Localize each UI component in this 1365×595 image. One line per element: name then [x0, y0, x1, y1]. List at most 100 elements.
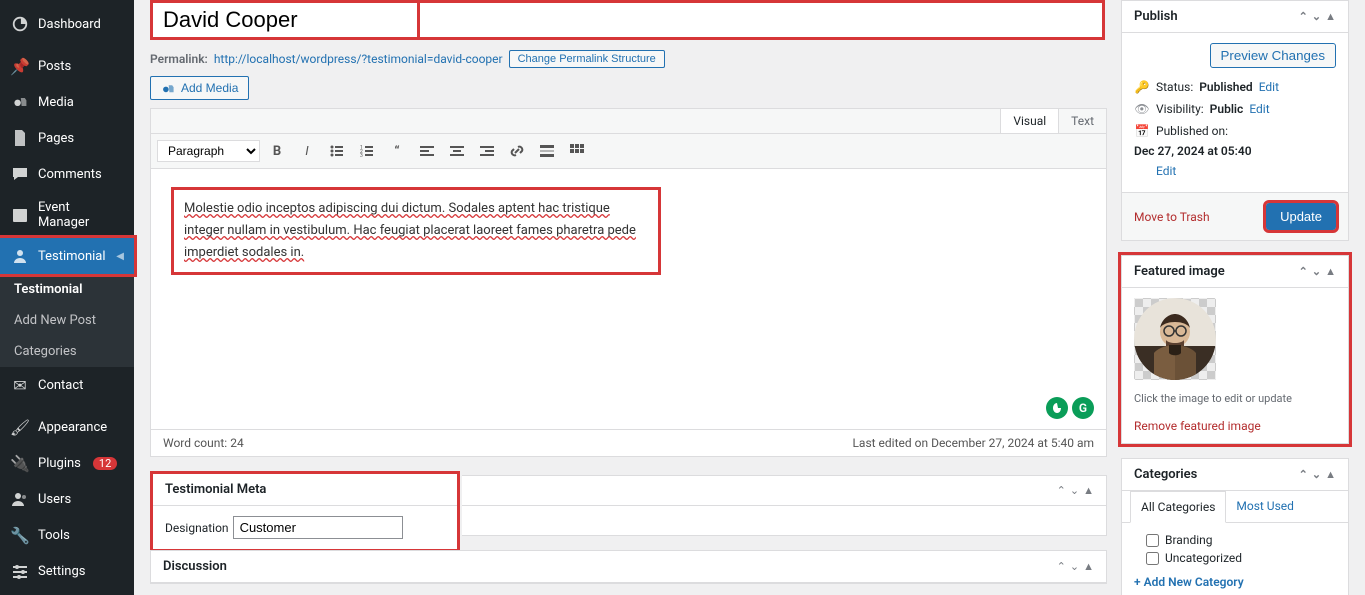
sidebar-submenu: Testimonial Add New Post Categories: [0, 274, 134, 367]
editor-container: Visual Text Paragraph B I 123 “: [150, 108, 1107, 430]
mail-icon: ✉: [10, 375, 30, 395]
user-icon: [10, 246, 30, 266]
sidebar-item-users[interactable]: Users: [0, 481, 134, 517]
category-uncategorized[interactable]: Uncategorized: [1134, 549, 1336, 567]
remove-featured-link[interactable]: Remove featured image: [1134, 419, 1336, 433]
sidebar-label: Tools: [38, 528, 70, 543]
editor-tab-visual[interactable]: Visual: [1000, 109, 1058, 133]
chevron-down-icon[interactable]: ⌄: [1070, 560, 1079, 573]
sidebar-label: Plugins: [38, 456, 81, 471]
camera-icon: [161, 81, 175, 95]
grammarly-icon[interactable]: G: [1072, 397, 1094, 419]
bullet-list-icon[interactable]: [324, 138, 350, 164]
dashboard-icon: [10, 14, 30, 34]
wrench-icon: 🔧: [10, 525, 30, 545]
sidebar-label: Users: [38, 492, 71, 507]
sidebar-item-comments[interactable]: Comments: [0, 156, 134, 192]
permalink-url[interactable]: http://localhost/wordpress/?testimonial=…: [214, 52, 503, 66]
format-select[interactable]: Paragraph: [157, 140, 260, 162]
visibility-value: Public: [1210, 102, 1244, 116]
permalink-row: Permalink: http://localhost/wordpress/?t…: [150, 50, 1107, 68]
sidebar-item-plugins[interactable]: 🔌 Plugins 12: [0, 445, 134, 481]
category-checkbox[interactable]: [1146, 534, 1159, 547]
sliders-icon: [10, 561, 30, 581]
collapse-toggle-icon[interactable]: ▲: [1083, 484, 1094, 497]
align-left-icon[interactable]: [414, 138, 440, 164]
discussion-box: Discussion ⌃ ⌄ ▲: [150, 550, 1107, 584]
sidebar-item-testimonial[interactable]: Testimonial ◀: [0, 238, 134, 274]
designation-input[interactable]: [233, 516, 403, 539]
add-new-category-link[interactable]: + Add New Category: [1134, 575, 1336, 589]
chevron-down-icon[interactable]: ⌄: [1312, 265, 1321, 278]
sidebar-item-event-manager[interactable]: Event Manager: [0, 192, 134, 238]
change-permalink-button[interactable]: Change Permalink Structure: [509, 50, 665, 68]
sidebar-item-pages[interactable]: Pages: [0, 120, 134, 156]
page-icon: [10, 128, 30, 148]
grammarly-dot-icon[interactable]: [1046, 397, 1068, 419]
update-button[interactable]: Update: [1266, 203, 1336, 230]
sidebar-item-contact[interactable]: ✉ Contact: [0, 367, 134, 403]
collapse-toggle-icon[interactable]: ▲: [1325, 265, 1336, 278]
bold-icon[interactable]: B: [264, 138, 290, 164]
sidebar-label: Media: [38, 95, 74, 110]
chevron-up-icon[interactable]: ⌃: [1299, 10, 1308, 23]
featured-image-panel: Featured image ⌃ ⌄ ▲: [1121, 255, 1349, 444]
users-icon: [10, 489, 30, 509]
chevron-down-icon[interactable]: ⌄: [1070, 484, 1079, 497]
sidebar-item-posts[interactable]: 📌 Posts: [0, 48, 134, 84]
sidebar-item-collapse[interactable]: Collapse menu: [0, 589, 134, 595]
move-to-trash-link[interactable]: Move to Trash: [1134, 210, 1210, 224]
toolbar-toggle-icon[interactable]: [564, 138, 590, 164]
post-title-input[interactable]: [150, 0, 1105, 40]
readmore-icon[interactable]: [534, 138, 560, 164]
sidebar-item-settings[interactable]: Settings: [0, 553, 134, 589]
numbered-list-icon[interactable]: 123: [354, 138, 380, 164]
chevron-up-icon[interactable]: ⌃: [1299, 468, 1308, 481]
svg-text:3: 3: [360, 153, 363, 159]
collapse-toggle-icon[interactable]: ▲: [1325, 468, 1336, 481]
preview-button[interactable]: Preview Changes: [1210, 43, 1336, 68]
align-right-icon[interactable]: [474, 138, 500, 164]
align-center-icon[interactable]: [444, 138, 470, 164]
permalink-label: Permalink:: [150, 52, 208, 66]
link-icon[interactable]: [504, 138, 530, 164]
chevron-up-icon[interactable]: ⌃: [1057, 484, 1066, 497]
chevron-down-icon[interactable]: ⌄: [1312, 10, 1321, 23]
sidebar-item-dashboard[interactable]: Dashboard: [0, 6, 134, 42]
sidebar-item-media[interactable]: Media: [0, 84, 134, 120]
status-label: Status:: [1156, 80, 1193, 94]
editor-content[interactable]: Molestie odio inceptos adipiscing dui di…: [151, 169, 1106, 429]
tab-all-categories[interactable]: All Categories: [1130, 491, 1226, 523]
pin-icon: 📌: [10, 56, 30, 76]
tab-most-used[interactable]: Most Used: [1226, 491, 1304, 522]
chevron-right-icon: ◀: [116, 251, 124, 262]
categories-title: Categories: [1134, 467, 1197, 482]
admin-sidebar: Dashboard 📌 Posts Media Pages Comments: [0, 0, 134, 595]
quote-icon[interactable]: “: [384, 138, 410, 164]
collapse-toggle-icon[interactable]: ▲: [1325, 10, 1336, 23]
status-value: Published: [1199, 80, 1252, 94]
featured-image-hint: Click the image to edit or update: [1134, 392, 1336, 405]
plugin-count-badge: 12: [93, 457, 117, 470]
italic-icon[interactable]: I: [294, 138, 320, 164]
featured-image-thumbnail[interactable]: [1134, 298, 1216, 380]
editor-tab-text[interactable]: Text: [1058, 109, 1106, 133]
submenu-add-new[interactable]: Add New Post: [0, 305, 134, 336]
chevron-up-icon[interactable]: ⌃: [1299, 265, 1308, 278]
editor-text: Molestie odio inceptos adipiscing dui di…: [184, 201, 636, 260]
chevron-down-icon[interactable]: ⌄: [1312, 468, 1321, 481]
add-media-button[interactable]: Add Media: [150, 76, 249, 100]
sidebar-label: Settings: [38, 564, 85, 579]
chevron-up-icon[interactable]: ⌃: [1057, 560, 1066, 573]
edit-visibility-link[interactable]: Edit: [1249, 102, 1269, 116]
edit-status-link[interactable]: Edit: [1259, 80, 1279, 94]
category-checkbox[interactable]: [1146, 552, 1159, 565]
submenu-testimonial[interactable]: Testimonial: [0, 274, 134, 305]
edit-date-link[interactable]: Edit: [1134, 164, 1336, 178]
submenu-categories[interactable]: Categories: [0, 336, 134, 367]
category-branding[interactable]: Branding: [1134, 531, 1336, 549]
brush-icon: 🖌: [10, 417, 30, 437]
sidebar-item-appearance[interactable]: 🖌 Appearance: [0, 409, 134, 445]
collapse-toggle-icon[interactable]: ▲: [1083, 560, 1094, 573]
sidebar-item-tools[interactable]: 🔧 Tools: [0, 517, 134, 553]
